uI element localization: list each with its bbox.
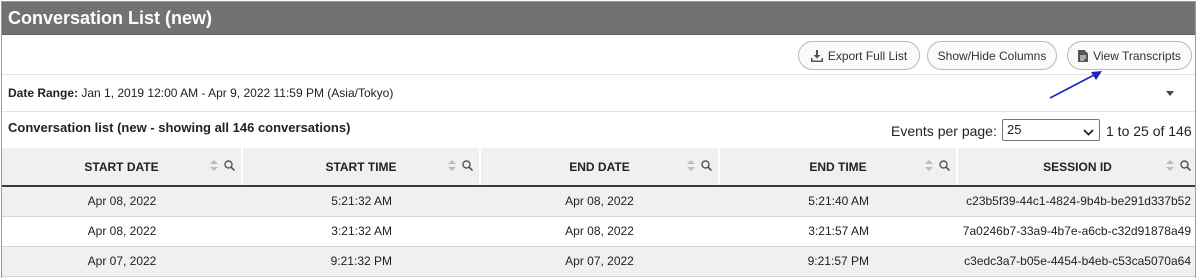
table-row[interactable]: Apr 07, 2022 9:21:32 PM Apr 07, 2022 9:2… — [2, 246, 1195, 277]
cell-session-id: 7a0246b7-33a9-4b7e-a6cb-c32d91878a49 — [957, 216, 1195, 247]
cell-end-date: Apr 08, 2022 — [480, 186, 719, 217]
sort-icon[interactable] — [1166, 160, 1174, 174]
column-header-end-time[interactable]: END TIME — [719, 148, 958, 187]
search-icon[interactable] — [224, 160, 236, 174]
sort-icon[interactable] — [925, 160, 933, 174]
search-icon[interactable] — [462, 160, 474, 174]
events-per-page-label: Events per page: — [891, 123, 997, 139]
cell-start-time: 3:21:32 AM — [242, 216, 480, 247]
chevron-down-icon — [1083, 124, 1094, 144]
date-range-value: Jan 1, 2019 12:00 AM - Apr 9, 2022 11:59… — [81, 86, 394, 100]
transcripts-button-label: View Transcripts — [1093, 48, 1181, 63]
table-row[interactable]: Apr 08, 2022 3:21:32 AM Apr 08, 2022 3:2… — [2, 216, 1195, 247]
table-row[interactable]: Apr 08, 2022 5:21:32 AM Apr 08, 2022 5:2… — [2, 186, 1195, 217]
column-header-label: END TIME — [809, 159, 867, 174]
search-icon[interactable] — [701, 160, 713, 174]
events-per-page-value: 25 — [1007, 122, 1022, 137]
date-range-dropdown[interactable]: Date Range: Jan 1, 2019 12:00 AM - Apr 9… — [2, 75, 1195, 112]
show-hide-columns-button[interactable]: Show/Hide Columns — [927, 41, 1057, 70]
date-range-label: Date Range: — [8, 86, 79, 100]
conversation-table: START DATE START TIME END DATE END TIME … — [2, 148, 1195, 277]
search-icon[interactable] — [1180, 160, 1192, 174]
caret-down-icon[interactable] — [1166, 91, 1174, 96]
document-icon — [1078, 49, 1089, 62]
cell-end-date: Apr 07, 2022 — [480, 246, 719, 277]
export-button-label: Export Full List — [827, 48, 908, 63]
sort-icon[interactable] — [448, 160, 456, 174]
column-header-label: START DATE — [84, 159, 159, 174]
list-header: Conversation list (new - showing all 146… — [2, 112, 1195, 148]
cell-end-time: 9:21:57 PM — [719, 246, 957, 277]
search-icon[interactable] — [939, 160, 951, 174]
sort-icon[interactable] — [210, 160, 218, 174]
column-header-start-date[interactable]: START DATE — [2, 148, 243, 187]
download-icon — [810, 49, 823, 62]
column-header-start-time[interactable]: START TIME — [242, 148, 481, 187]
column-header-label: END DATE — [569, 159, 630, 174]
cell-session-id: c23b5f39-44c1-4824-9b4b-be291d337b52 — [957, 186, 1195, 217]
cell-start-time: 9:21:32 PM — [242, 246, 480, 277]
cell-end-time: 3:21:57 AM — [719, 216, 957, 247]
table-header-row: START DATE START TIME END DATE END TIME … — [2, 148, 1195, 187]
column-header-label: START TIME — [325, 159, 397, 174]
column-header-session-id[interactable]: SESSION ID — [957, 148, 1195, 187]
cell-start-date: Apr 07, 2022 — [2, 246, 242, 277]
column-header-label: SESSION ID — [1043, 159, 1112, 174]
panel-title: Conversation List (new) — [2, 2, 1195, 35]
cell-end-date: Apr 08, 2022 — [480, 216, 719, 247]
cell-start-time: 5:21:32 AM — [242, 186, 480, 217]
list-title: Conversation list (new - showing all 146… — [8, 120, 351, 135]
pagination-range: 1 to 25 of 146 — [1106, 123, 1192, 139]
toolbar: Export Full List Show/Hide Columns View … — [2, 35, 1195, 75]
conversation-list-panel: Conversation List (new) Export Full List… — [1, 1, 1196, 278]
events-per-page-select[interactable]: 25 — [1002, 119, 1100, 141]
cell-start-date: Apr 08, 2022 — [2, 186, 242, 217]
annotation-arrow — [1049, 71, 1102, 99]
export-full-list-button[interactable]: Export Full List — [798, 41, 920, 70]
cell-end-time: 5:21:40 AM — [719, 186, 957, 217]
column-header-end-date[interactable]: END DATE — [480, 148, 720, 187]
sort-icon[interactable] — [687, 160, 695, 174]
cell-session-id: c3edc3a7-b05e-4454-b4eb-c53ca5070a64 — [957, 246, 1195, 277]
cell-start-date: Apr 08, 2022 — [2, 216, 242, 247]
